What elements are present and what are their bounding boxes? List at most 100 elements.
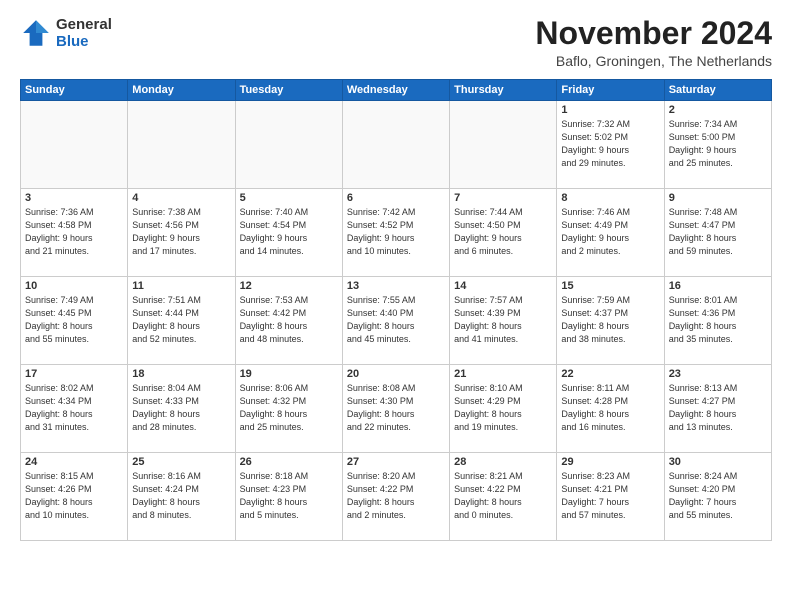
weekday-header-saturday: Saturday bbox=[664, 80, 771, 101]
calendar-day: 9 Sunrise: 7:48 AM Sunset: 4:47 PM Daylig… bbox=[664, 189, 771, 277]
page-header: General Blue November 2024 Baflo, Gronin… bbox=[20, 16, 772, 69]
day-number: 11 bbox=[132, 280, 230, 292]
day-number: 6 bbox=[347, 192, 445, 204]
calendar-day: 6 Sunrise: 7:42 AM Sunset: 4:52 PM Daylig… bbox=[342, 189, 449, 277]
weekday-header-tuesday: Tuesday bbox=[235, 80, 342, 101]
day-number: 23 bbox=[669, 368, 767, 380]
calendar-day: 7 Sunrise: 7:44 AM Sunset: 4:50 PM Daylig… bbox=[450, 189, 557, 277]
day-info: Sunrise: 7:53 AM Sunset: 4:42 PM Dayligh… bbox=[240, 294, 338, 346]
day-number: 26 bbox=[240, 456, 338, 468]
calendar-day: 29 Sunrise: 8:23 AM Sunset: 4:21 PM Dayli… bbox=[557, 453, 664, 541]
day-info: Sunrise: 7:48 AM Sunset: 4:47 PM Dayligh… bbox=[669, 206, 767, 258]
day-info: Sunrise: 8:02 AM Sunset: 4:34 PM Dayligh… bbox=[25, 382, 123, 434]
calendar-week-5: 24Sunrise: 8:15 AM Sunset: 4:26 PM Dayli… bbox=[21, 453, 772, 541]
weekday-header-sunday: Sunday bbox=[21, 80, 128, 101]
calendar-day: 10Sunrise: 7:49 AM Sunset: 4:45 PM Dayli… bbox=[21, 277, 128, 365]
day-info: Sunrise: 7:40 AM Sunset: 4:54 PM Dayligh… bbox=[240, 206, 338, 258]
weekday-header-monday: Monday bbox=[128, 80, 235, 101]
calendar-day bbox=[450, 101, 557, 189]
day-number: 10 bbox=[25, 280, 123, 292]
day-number: 24 bbox=[25, 456, 123, 468]
day-number: 9 bbox=[669, 192, 767, 204]
calendar-day: 20Sunrise: 8:08 AM Sunset: 4:30 PM Dayli… bbox=[342, 365, 449, 453]
calendar-week-1: 1 Sunrise: 7:32 AM Sunset: 5:02 PM Daylig… bbox=[21, 101, 772, 189]
calendar-day: 8 Sunrise: 7:46 AM Sunset: 4:49 PM Daylig… bbox=[557, 189, 664, 277]
day-info: Sunrise: 7:46 AM Sunset: 4:49 PM Dayligh… bbox=[561, 206, 659, 258]
day-info: Sunrise: 7:42 AM Sunset: 4:52 PM Dayligh… bbox=[347, 206, 445, 258]
day-number: 14 bbox=[454, 280, 552, 292]
day-info: Sunrise: 8:24 AM Sunset: 4:20 PM Dayligh… bbox=[669, 470, 767, 522]
day-info: Sunrise: 7:59 AM Sunset: 4:37 PM Dayligh… bbox=[561, 294, 659, 346]
calendar-day: 16 Sunrise: 8:01 AM Sunset: 4:36 PM Dayli… bbox=[664, 277, 771, 365]
day-info: Sunrise: 8:20 AM Sunset: 4:22 PM Dayligh… bbox=[347, 470, 445, 522]
calendar-day: 11 Sunrise: 7:51 AM Sunset: 4:44 PM Dayli… bbox=[128, 277, 235, 365]
day-number: 16 bbox=[669, 280, 767, 292]
calendar-day bbox=[128, 101, 235, 189]
day-number: 28 bbox=[454, 456, 552, 468]
calendar-day: 27 Sunrise: 8:20 AM Sunset: 4:22 PM Dayli… bbox=[342, 453, 449, 541]
logo: General Blue bbox=[20, 16, 112, 51]
calendar-week-3: 10Sunrise: 7:49 AM Sunset: 4:45 PM Dayli… bbox=[21, 277, 772, 365]
day-number: 17 bbox=[25, 368, 123, 380]
weekday-header-wednesday: Wednesday bbox=[342, 80, 449, 101]
day-info: Sunrise: 8:04 AM Sunset: 4:33 PM Dayligh… bbox=[132, 382, 230, 434]
day-info: Sunrise: 8:01 AM Sunset: 4:36 PM Dayligh… bbox=[669, 294, 767, 346]
day-info: Sunrise: 8:21 AM Sunset: 4:22 PM Dayligh… bbox=[454, 470, 552, 522]
calendar-day: 28 Sunrise: 8:21 AM Sunset: 4:22 PM Dayli… bbox=[450, 453, 557, 541]
day-number: 8 bbox=[561, 192, 659, 204]
day-number: 15 bbox=[561, 280, 659, 292]
day-info: Sunrise: 8:18 AM Sunset: 4:23 PM Dayligh… bbox=[240, 470, 338, 522]
day-number: 22 bbox=[561, 368, 659, 380]
logo-general-text: General bbox=[56, 16, 112, 33]
calendar-day: 13 Sunrise: 7:55 AM Sunset: 4:40 PM Dayli… bbox=[342, 277, 449, 365]
calendar-header-row: SundayMondayTuesdayWednesdayThursdayFrid… bbox=[21, 80, 772, 101]
day-info: Sunrise: 7:51 AM Sunset: 4:44 PM Dayligh… bbox=[132, 294, 230, 346]
day-number: 5 bbox=[240, 192, 338, 204]
calendar-day: 18Sunrise: 8:04 AM Sunset: 4:33 PM Dayli… bbox=[128, 365, 235, 453]
calendar-day: 12 Sunrise: 7:53 AM Sunset: 4:42 PM Dayli… bbox=[235, 277, 342, 365]
calendar-day bbox=[235, 101, 342, 189]
weekday-header-thursday: Thursday bbox=[450, 80, 557, 101]
calendar-day: 25Sunrise: 8:16 AM Sunset: 4:24 PM Dayli… bbox=[128, 453, 235, 541]
calendar-day: 1 Sunrise: 7:32 AM Sunset: 5:02 PM Daylig… bbox=[557, 101, 664, 189]
day-number: 13 bbox=[347, 280, 445, 292]
calendar-week-4: 17 Sunrise: 8:02 AM Sunset: 4:34 PM Dayli… bbox=[21, 365, 772, 453]
calendar-day: 3 Sunrise: 7:36 AM Sunset: 4:58 PM Daylig… bbox=[21, 189, 128, 277]
calendar-day bbox=[21, 101, 128, 189]
day-number: 30 bbox=[669, 456, 767, 468]
day-info: Sunrise: 7:34 AM Sunset: 5:00 PM Dayligh… bbox=[669, 118, 767, 170]
calendar-day: 21 Sunrise: 8:10 AM Sunset: 4:29 PM Dayli… bbox=[450, 365, 557, 453]
calendar-table: SundayMondayTuesdayWednesdayThursdayFrid… bbox=[20, 79, 772, 541]
day-info: Sunrise: 8:10 AM Sunset: 4:29 PM Dayligh… bbox=[454, 382, 552, 434]
day-info: Sunrise: 7:57 AM Sunset: 4:39 PM Dayligh… bbox=[454, 294, 552, 346]
logo-icon bbox=[20, 17, 52, 49]
calendar-day: 2Sunrise: 7:34 AM Sunset: 5:00 PM Daylig… bbox=[664, 101, 771, 189]
day-info: Sunrise: 7:38 AM Sunset: 4:56 PM Dayligh… bbox=[132, 206, 230, 258]
day-number: 4 bbox=[132, 192, 230, 204]
day-info: Sunrise: 7:55 AM Sunset: 4:40 PM Dayligh… bbox=[347, 294, 445, 346]
title-block: November 2024 Baflo, Groningen, The Neth… bbox=[535, 16, 772, 69]
calendar-day: 15 Sunrise: 7:59 AM Sunset: 4:37 PM Dayli… bbox=[557, 277, 664, 365]
day-number: 3 bbox=[25, 192, 123, 204]
day-info: Sunrise: 8:06 AM Sunset: 4:32 PM Dayligh… bbox=[240, 382, 338, 434]
day-number: 21 bbox=[454, 368, 552, 380]
day-number: 19 bbox=[240, 368, 338, 380]
calendar-day: 22 Sunrise: 8:11 AM Sunset: 4:28 PM Dayli… bbox=[557, 365, 664, 453]
calendar-week-2: 3 Sunrise: 7:36 AM Sunset: 4:58 PM Daylig… bbox=[21, 189, 772, 277]
calendar-day: 26 Sunrise: 8:18 AM Sunset: 4:23 PM Dayli… bbox=[235, 453, 342, 541]
day-number: 12 bbox=[240, 280, 338, 292]
day-info: Sunrise: 7:32 AM Sunset: 5:02 PM Dayligh… bbox=[561, 118, 659, 170]
location: Baflo, Groningen, The Netherlands bbox=[535, 53, 772, 69]
day-number: 7 bbox=[454, 192, 552, 204]
day-number: 27 bbox=[347, 456, 445, 468]
day-number: 1 bbox=[561, 104, 659, 116]
day-info: Sunrise: 7:36 AM Sunset: 4:58 PM Dayligh… bbox=[25, 206, 123, 258]
day-number: 29 bbox=[561, 456, 659, 468]
day-info: Sunrise: 8:16 AM Sunset: 4:24 PM Dayligh… bbox=[132, 470, 230, 522]
day-info: Sunrise: 8:23 AM Sunset: 4:21 PM Dayligh… bbox=[561, 470, 659, 522]
logo-blue-text: Blue bbox=[56, 33, 89, 50]
day-info: Sunrise: 7:44 AM Sunset: 4:50 PM Dayligh… bbox=[454, 206, 552, 258]
weekday-header-friday: Friday bbox=[557, 80, 664, 101]
day-info: Sunrise: 8:11 AM Sunset: 4:28 PM Dayligh… bbox=[561, 382, 659, 434]
calendar-day: 23Sunrise: 8:13 AM Sunset: 4:27 PM Dayli… bbox=[664, 365, 771, 453]
